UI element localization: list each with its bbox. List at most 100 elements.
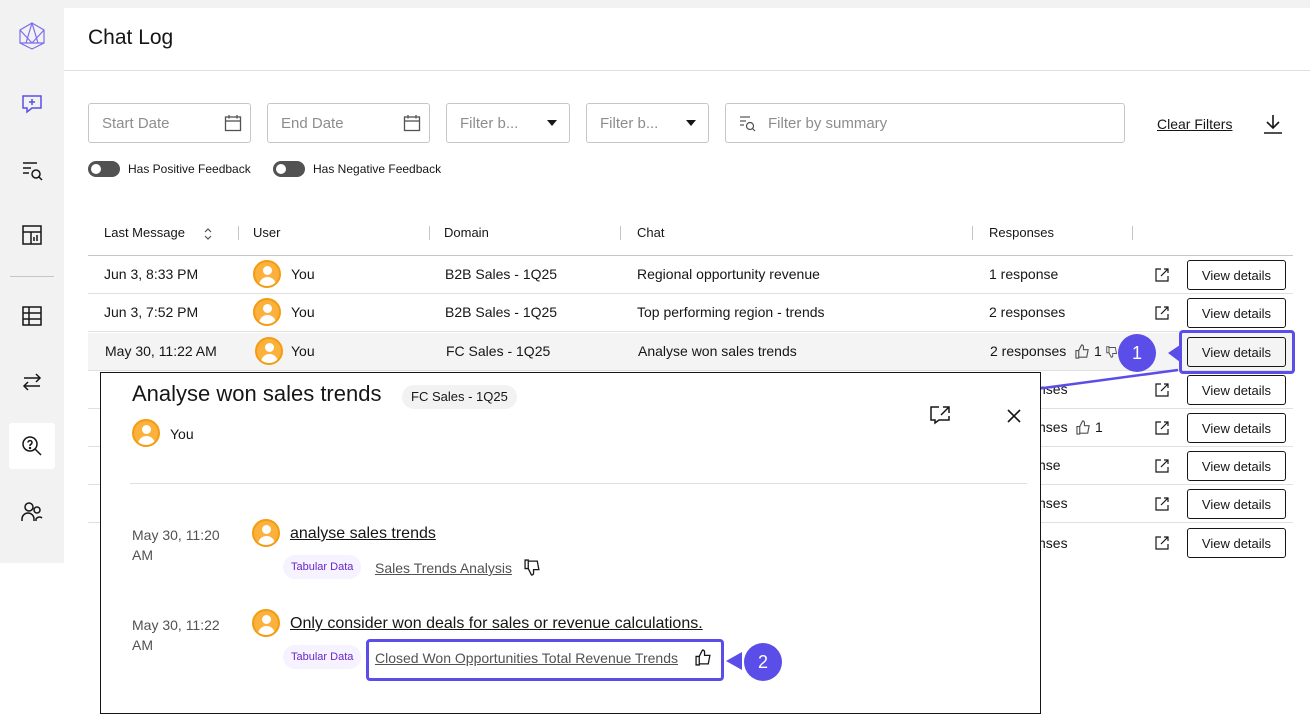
filter-dropdown-2[interactable]: Filter b... — [586, 103, 709, 143]
message-text[interactable]: Only consider won deals for sales or rev… — [290, 615, 703, 633]
filter-dropdown-1-label: Filter b... — [460, 114, 519, 132]
search-list-icon[interactable] — [9, 147, 55, 193]
open-in-new-icon[interactable] — [929, 405, 951, 429]
domain-name: B2B Sales - 1Q25 — [445, 304, 558, 320]
view-details-button[interactable]: View details — [1187, 413, 1286, 443]
table-header: Last Message User Domain Chat Responses — [88, 212, 1293, 256]
avatar — [252, 519, 280, 547]
top-strip — [64, 0, 1310, 8]
response-count: nses — [1038, 495, 1068, 511]
avatar — [253, 260, 281, 288]
avatar — [253, 298, 281, 326]
table-icon[interactable] — [9, 293, 55, 339]
chat-log-icon[interactable] — [9, 423, 55, 469]
thumbs-down-icon[interactable] — [524, 559, 541, 580]
message-time: May 30, 11:22 AM — [132, 617, 220, 653]
filter-dropdown-2-label: Filter b... — [600, 114, 659, 132]
app-frame: Chat Log Start Date End Date Filter b...… — [0, 0, 1310, 714]
new-chat-icon[interactable] — [9, 81, 55, 127]
view-details-button[interactable]: View details — [1187, 489, 1286, 519]
callout-pointer-2 — [726, 652, 742, 670]
like-count: 1 — [1095, 419, 1103, 435]
open-in-new-icon[interactable] — [1154, 535, 1170, 554]
callout-highlight-1 — [1179, 330, 1295, 374]
result-link[interactable]: Sales Trends Analysis — [375, 560, 512, 576]
open-in-new-icon[interactable] — [1154, 496, 1170, 515]
chat-title: Analyse won sales trends — [638, 343, 797, 359]
column-divider — [1132, 226, 1133, 240]
transfer-icon[interactable] — [9, 359, 55, 405]
users-icon[interactable] — [9, 489, 55, 535]
user-name: You — [291, 304, 315, 320]
last-message-time: Jun 3, 8:33 PM — [104, 266, 199, 282]
start-date-placeholder: Start Date — [102, 114, 170, 132]
negative-feedback-toggle[interactable]: Has Negative Feedback — [273, 161, 441, 177]
positive-feedback-toggle[interactable]: Has Positive Feedback — [88, 161, 251, 177]
table-row[interactable]: Jun 3, 7:52 PM You B2B Sales - 1Q25 Top … — [88, 294, 1293, 332]
end-date-placeholder: End Date — [281, 114, 344, 132]
view-details-button[interactable]: View details — [1187, 260, 1286, 290]
last-message-time: May 30, 11:22 AM — [105, 343, 217, 359]
logo-icon[interactable] — [9, 13, 55, 59]
panel-divider — [130, 483, 1027, 484]
panel-title: Analyse won sales trends — [132, 381, 382, 406]
tabular-data-chip: Tabular Data — [283, 645, 362, 669]
column-header-last-message[interactable]: Last Message — [104, 225, 185, 240]
message-time: May 30, 11:20 AM — [132, 527, 220, 563]
calendar-icon[interactable] — [216, 114, 250, 132]
domain-name: B2B Sales - 1Q25 — [445, 266, 558, 282]
page-header: Chat Log — [64, 8, 1310, 71]
panel-user-name: You — [170, 426, 194, 442]
response-count: nses — [1038, 419, 1068, 435]
open-in-new-icon[interactable] — [1154, 458, 1170, 477]
open-in-new-icon[interactable] — [1154, 420, 1170, 439]
response-count: 1 response — [989, 266, 1059, 282]
open-in-new-icon[interactable] — [1154, 267, 1170, 286]
panel-domain-tag: FC Sales - 1Q25 — [402, 385, 517, 409]
column-divider — [429, 226, 430, 240]
column-header-domain: Domain — [444, 225, 489, 240]
close-icon[interactable] — [1007, 408, 1021, 427]
user-name: You — [291, 266, 315, 282]
avatar — [132, 419, 160, 447]
open-in-new-icon[interactable] — [1154, 305, 1170, 324]
view-details-button[interactable]: View details — [1187, 528, 1286, 558]
sort-icon[interactable] — [203, 226, 213, 245]
filter-dropdown-1[interactable]: Filter b... — [446, 103, 570, 143]
start-date-field[interactable]: Start Date — [88, 103, 251, 143]
column-header-user: User — [253, 225, 281, 240]
calendar-icon[interactable] — [395, 114, 429, 132]
table-row[interactable]: Jun 3, 8:33 PM You B2B Sales - 1Q25 Regi… — [88, 256, 1293, 294]
column-divider — [972, 226, 973, 240]
message-text[interactable]: analyse sales trends — [290, 525, 436, 543]
sidebar — [0, 0, 64, 563]
response-count: nse — [1038, 457, 1061, 473]
search-list-icon — [726, 114, 768, 132]
callout-badge-1: 1 — [1118, 334, 1156, 372]
end-date-field[interactable]: End Date — [267, 103, 430, 143]
page-title: Chat Log — [88, 26, 174, 49]
download-icon[interactable] — [1260, 111, 1286, 137]
avatar — [255, 337, 283, 365]
summary-search-input[interactable]: Filter by summary — [725, 103, 1125, 143]
tabular-data-chip: Tabular Data — [283, 555, 362, 579]
caret-down-icon — [674, 120, 708, 126]
positive-feedback-label: Has Positive Feedback — [128, 162, 251, 176]
caret-down-icon — [535, 120, 569, 126]
view-details-button[interactable]: View details — [1187, 375, 1286, 405]
toggle-switch[interactable] — [273, 161, 305, 177]
callout-badge-2: 2 — [744, 643, 782, 681]
dashboard-icon[interactable] — [9, 212, 55, 258]
clear-filters-link[interactable]: Clear Filters — [1157, 116, 1232, 132]
column-header-responses: Responses — [989, 225, 1055, 240]
view-details-button[interactable]: View details — [1187, 451, 1286, 481]
column-header-chat: Chat — [637, 225, 665, 240]
negative-feedback-label: Has Negative Feedback — [313, 162, 442, 176]
response-count: nses — [1038, 535, 1068, 551]
avatar — [252, 609, 280, 637]
domain-name: FC Sales - 1Q25 — [446, 343, 551, 359]
toggle-switch[interactable] — [88, 161, 120, 177]
summary-search-placeholder: Filter by summary — [768, 114, 888, 132]
view-details-button[interactable]: View details — [1187, 298, 1286, 328]
user-name: You — [291, 343, 315, 359]
